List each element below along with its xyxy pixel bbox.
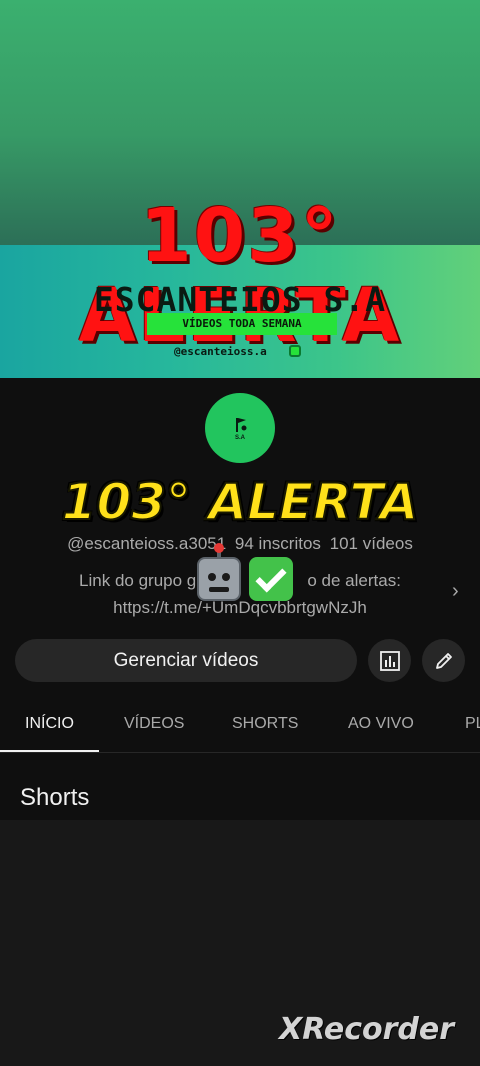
- channel-avatar[interactable]: S.A: [205, 393, 275, 463]
- tab-shorts[interactable]: SHORTS: [232, 700, 298, 752]
- subscriber-count: 94 inscritos: [234, 534, 321, 553]
- recorder-watermark: XRecorder: [279, 1012, 454, 1047]
- active-tab-indicator: [0, 750, 99, 752]
- channel-stats: @escanteioss.a3051 94 inscritos 101 víde…: [0, 534, 480, 554]
- section-title: Shorts: [20, 784, 90, 811]
- emoji-overlay: [197, 543, 293, 602]
- pencil-icon: [435, 652, 452, 669]
- analytics-button[interactable]: [368, 639, 411, 682]
- bar-chart-icon: [379, 650, 400, 671]
- robot-icon: [197, 543, 241, 602]
- check-mark-icon: [249, 557, 293, 602]
- banner-handle: @escanteioss.a: [174, 345, 267, 358]
- channel-banner: 103° ALERTA ESCANTEIOS S.A VÍDEOS TODA S…: [0, 0, 480, 378]
- tab-inicio[interactable]: INÍCIO: [25, 700, 74, 752]
- instagram-icon: [289, 345, 301, 357]
- flag-icon: [236, 417, 247, 432]
- manage-videos-button[interactable]: Gerenciar vídeos: [15, 639, 357, 682]
- tab-videos[interactable]: VÍDEOS: [124, 700, 184, 752]
- channel-handle: @escanteioss.a3051: [67, 534, 227, 553]
- edit-channel-button[interactable]: [422, 639, 465, 682]
- tab-playlists[interactable]: PL: [465, 700, 480, 752]
- tab-ao-vivo[interactable]: AO VIVO: [348, 700, 414, 752]
- banner-tagline: VÍDEOS TODA SEMANA: [147, 313, 337, 335]
- channel-tabs: INÍCIO VÍDEOS SHORTS AO VIVO PL: [0, 700, 480, 753]
- avatar-label: S.A: [234, 434, 245, 441]
- overlay-alert-text: 103° ALERTA: [61, 472, 420, 532]
- video-count: 101 vídeos: [329, 534, 413, 553]
- chevron-right-icon[interactable]: ›: [452, 580, 459, 603]
